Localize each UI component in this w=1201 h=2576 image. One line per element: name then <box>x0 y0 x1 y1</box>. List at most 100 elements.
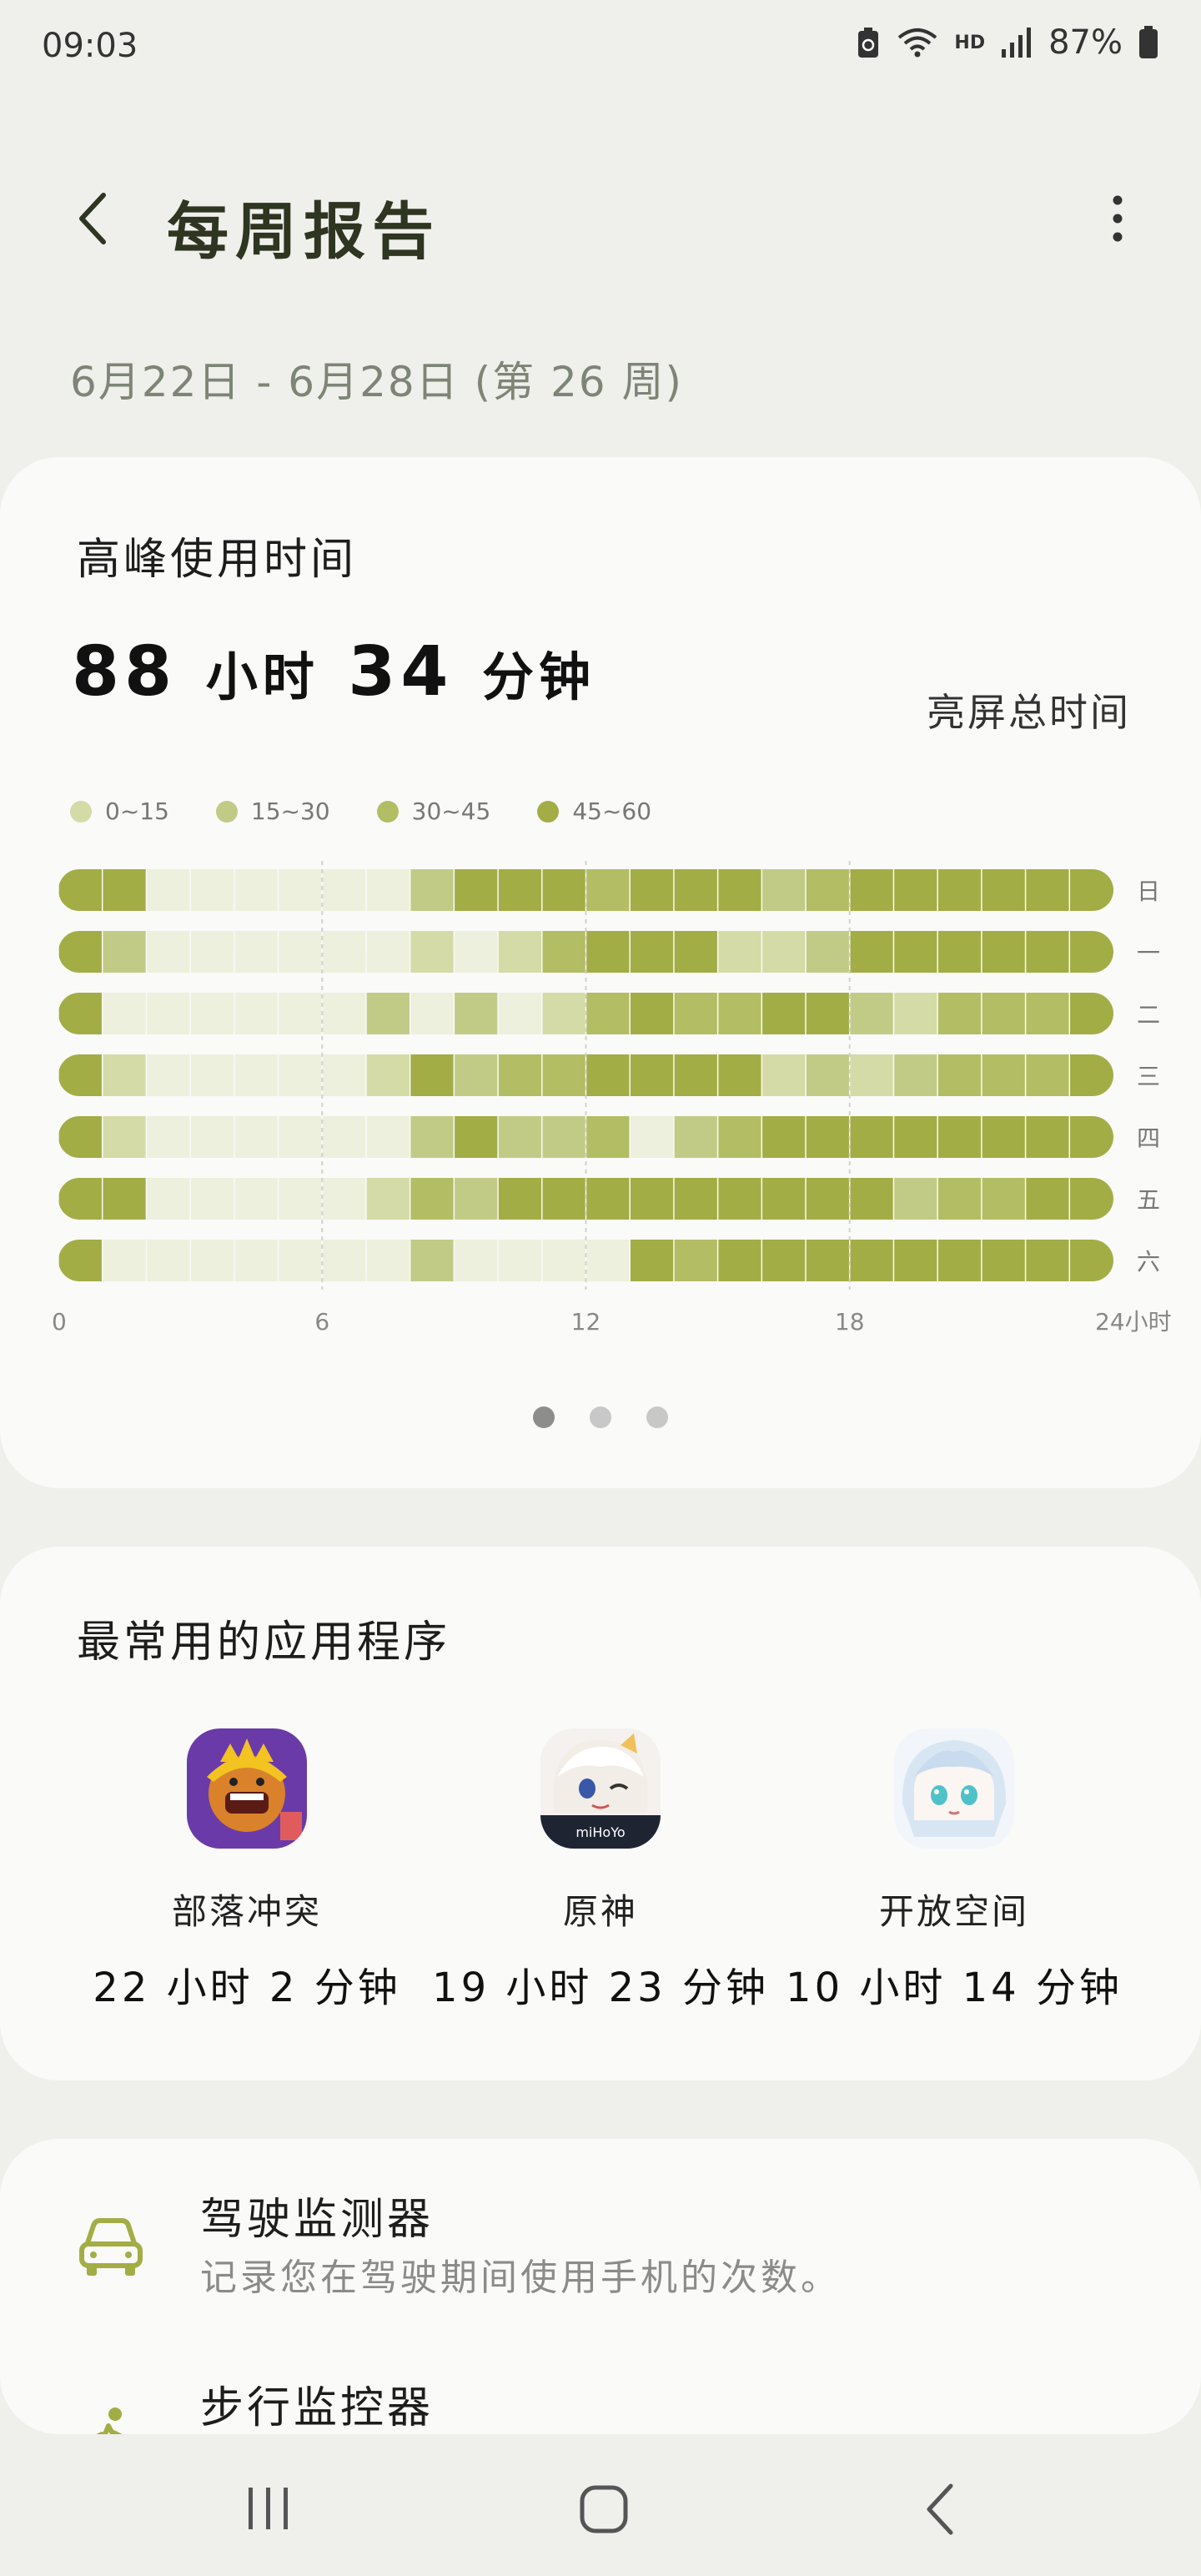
heatmap-cell <box>234 1116 279 1158</box>
heatmap-cell <box>1025 931 1070 973</box>
heatmap-cell <box>673 1054 719 1096</box>
heatmap-cell <box>1025 1178 1070 1220</box>
page-indicator[interactable] <box>0 1406 1201 1428</box>
heatmap-cell <box>761 1240 807 1281</box>
app-name: 部落冲突 <box>171 1891 322 1932</box>
heatmap-cell <box>937 1178 982 1220</box>
heatmap-cell <box>585 1240 631 1281</box>
heatmap-cell <box>58 1054 103 1096</box>
heatmap-cell <box>365 931 411 973</box>
heatmap-cell <box>630 931 675 973</box>
heatmap-cell <box>146 993 191 1034</box>
page-dot[interactable] <box>646 1406 668 1428</box>
network-type: HD <box>954 32 986 53</box>
heatmap-cell <box>849 1240 894 1281</box>
page-title: 每周报告 <box>167 196 440 268</box>
heatmap-cell <box>893 1178 938 1220</box>
heatmap-cell <box>322 993 367 1034</box>
heatmap-cell <box>190 1178 235 1220</box>
heatmap-cell <box>454 931 499 973</box>
clash-of-clans-icon[interactable] <box>187 1728 307 1849</box>
heatmap-cell <box>146 1240 191 1281</box>
heatmap-cell <box>102 931 147 973</box>
genshin-impact-icon[interactable]: miHoYo <box>540 1728 661 1849</box>
heatmap-cell <box>1025 1116 1070 1158</box>
heatmap-cell <box>58 993 103 1034</box>
page-dot[interactable] <box>590 1406 611 1428</box>
heatmap-cell <box>278 1116 323 1158</box>
car-icon <box>77 2212 145 2281</box>
heatmap-cell <box>717 993 762 1034</box>
top-apps-title: 最常用的应用程序 <box>77 1618 451 1668</box>
back-arrow-icon[interactable] <box>68 185 118 252</box>
heatmap-cell <box>630 1054 675 1096</box>
heatmap-cell <box>278 869 323 911</box>
back-icon[interactable] <box>909 2476 976 2543</box>
heatmap-row-label: 一 <box>1137 939 1160 967</box>
heatmap-row-label: 五 <box>1137 1186 1160 1214</box>
heatmap-x-tick: 6 <box>314 1308 329 1336</box>
heatmap-cell <box>937 869 982 911</box>
heatmap-cell <box>937 1116 982 1158</box>
heatmap-cell <box>806 869 851 911</box>
heatmap-cell <box>322 1178 367 1220</box>
heatmap-cell <box>365 1240 411 1281</box>
app-name: 原神 <box>562 1891 638 1932</box>
heatmap-cell <box>806 1240 851 1281</box>
heatmap-cell <box>541 1054 586 1096</box>
heatmap-cell <box>498 1178 543 1220</box>
heatmap-cell <box>981 993 1027 1034</box>
heatmap-cell <box>541 1178 586 1220</box>
heatmap-cell <box>498 1116 543 1158</box>
heatmap-cell <box>234 1054 279 1096</box>
driving-monitor-row[interactable]: 驾驶监测器 记录您在驾驶期间使用手机的次数。 <box>0 2139 1201 2306</box>
heatmap-cell <box>849 869 894 911</box>
heatmap-cell <box>806 993 851 1034</box>
heatmap-cell <box>365 1178 411 1220</box>
heatmap-cell <box>410 1116 455 1158</box>
more-options-icon[interactable] <box>1101 185 1134 252</box>
home-icon[interactable] <box>570 2476 637 2543</box>
heatmap-cell <box>1025 1054 1070 1096</box>
page-dot-active[interactable] <box>533 1406 555 1428</box>
heatmap-cell <box>630 869 675 911</box>
heatmap-cell <box>58 1240 103 1281</box>
heatmap-cell <box>849 1116 894 1158</box>
heatmap-cell <box>673 931 719 973</box>
app-item-open-space[interactable]: 开放空间 10 小时 14 分钟 <box>771 1728 1138 2013</box>
svg-text:miHoYo: miHoYo <box>575 1824 625 1840</box>
open-space-icon[interactable] <box>894 1728 1014 1849</box>
heatmap-cell <box>498 1240 543 1281</box>
app-usage-time: 10 小时 14 分钟 <box>786 1965 1123 2011</box>
heatmap-cell <box>630 1240 675 1281</box>
heatmap-cell <box>1025 993 1070 1034</box>
heatmap-cell <box>498 931 543 973</box>
heatmap-cell <box>58 1116 103 1158</box>
heatmap-cell <box>278 931 323 973</box>
app-item-clash-of-clans[interactable]: 部落冲突 22 小时 2 分钟 <box>63 1728 430 2013</box>
date-range: 6月22日 - 6月28日 (第 26 周) <box>70 358 684 406</box>
heatmap-cell <box>234 869 279 911</box>
heatmap-cell <box>761 993 807 1034</box>
heatmap-cell <box>1069 869 1113 911</box>
app-item-genshin-impact[interactable]: miHoYo 原神 19 小时 23 分钟 <box>417 1728 784 2013</box>
wifi-icon <box>896 26 939 59</box>
heatmap-cell <box>981 1178 1027 1220</box>
heatmap-row-label: 四 <box>1137 1124 1160 1152</box>
heatmap-cell <box>498 993 543 1034</box>
heatmap-cell <box>630 993 675 1034</box>
heatmap-cell <box>981 1240 1027 1281</box>
heatmap-cell <box>849 993 894 1034</box>
navigation-bar <box>0 2434 1201 2576</box>
heatmap-cell <box>146 1178 191 1220</box>
recents-icon[interactable] <box>235 2476 302 2543</box>
features-card: 驾驶监测器 记录您在驾驶期间使用手机的次数。 步行监控器 <box>0 2139 1201 2434</box>
heatmap-x-tick: 18 <box>835 1308 865 1336</box>
walking-monitor-row[interactable]: 步行监控器 <box>0 2372 1201 2434</box>
heatmap-cell <box>190 1240 235 1281</box>
heatmap-cell <box>981 869 1027 911</box>
heatmap-cell <box>717 1054 762 1096</box>
heatmap-cell <box>673 869 719 911</box>
heatmap-cell <box>454 869 499 911</box>
heatmap-x-tick: 12 <box>571 1308 601 1336</box>
